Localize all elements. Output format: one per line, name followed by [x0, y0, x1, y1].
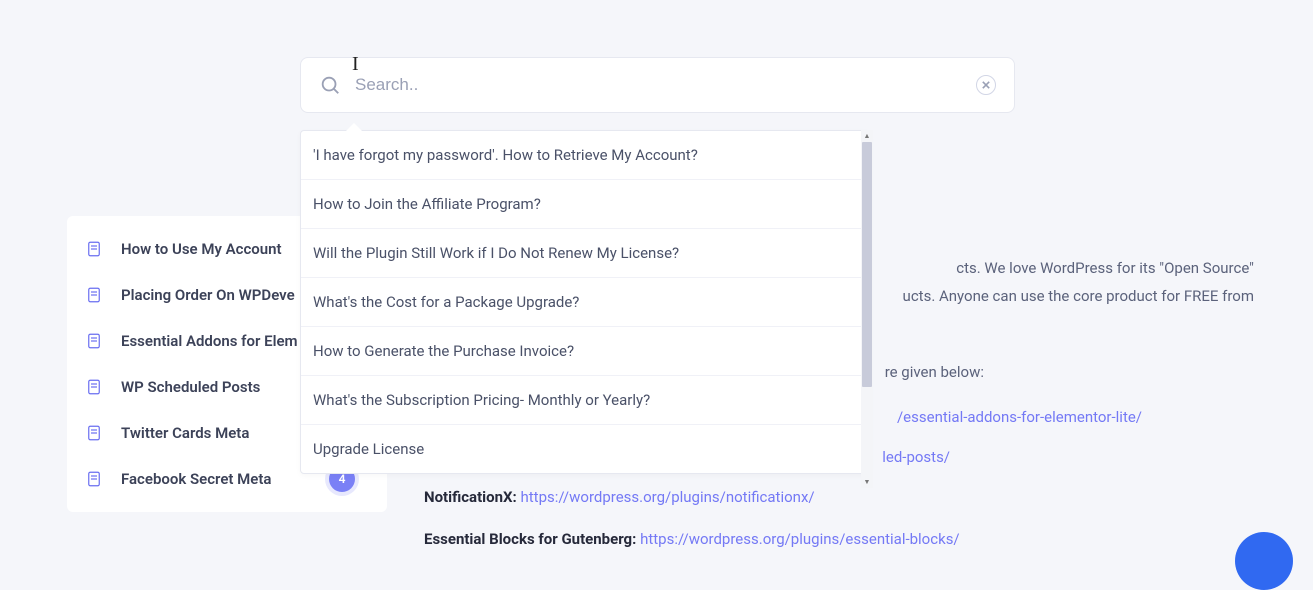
- suggestion-item[interactable]: Will the Plugin Still Work if I Do Not R…: [301, 229, 869, 278]
- scroll-up-arrow[interactable]: ▲: [861, 130, 873, 142]
- doc-icon: [85, 424, 103, 442]
- plugin-line: NotificationX: https://wordpress.org/plu…: [424, 484, 1254, 512]
- sidebar-item-label: Essential Addons for Elem: [121, 332, 298, 350]
- sidebar-item-label: Placing Order On WPDeve: [121, 286, 295, 304]
- plugin-line: Essential Blocks for Gutenberg: https://…: [424, 526, 1254, 554]
- content-text: ucts. Anyone can use the core product fo…: [903, 287, 1254, 305]
- plugin-link[interactable]: led-posts/: [882, 448, 950, 466]
- search-icon: [319, 74, 341, 96]
- sidebar-item-label: WP Scheduled Posts: [121, 378, 260, 396]
- plugin-name: NotificationX:: [424, 488, 517, 506]
- sidebar-item-label: Twitter Cards Meta: [121, 424, 249, 442]
- content-text: re given below:: [885, 363, 984, 381]
- plugin-link[interactable]: https://wordpress.org/plugins/notificati…: [521, 488, 815, 506]
- suggestion-item[interactable]: What's the Subscription Pricing- Monthly…: [301, 376, 869, 425]
- suggestion-item[interactable]: How to Generate the Purchase Invoice?: [301, 327, 869, 376]
- text-caret-indicator: I: [352, 53, 353, 71]
- sidebar-item-label: How to Use My Account: [121, 240, 282, 258]
- suggestion-item[interactable]: Upgrade License: [301, 425, 869, 473]
- search-bar[interactable]: [300, 57, 1015, 113]
- search-suggestions-dropdown: 'I have forgot my password'. How to Retr…: [300, 130, 870, 474]
- suggestion-item[interactable]: How to Join the Affiliate Program?: [301, 180, 869, 229]
- doc-icon: [85, 286, 103, 304]
- content-text: cts. We love WordPress for its "Open Sou…: [956, 259, 1254, 277]
- doc-icon: [85, 470, 103, 488]
- plugin-link[interactable]: /essential-addons-for-elementor-lite/: [897, 408, 1142, 426]
- close-icon: [982, 81, 990, 89]
- search-input[interactable]: [355, 75, 976, 95]
- scroll-down-arrow[interactable]: ▼: [861, 476, 873, 488]
- plugin-name: Essential Blocks for Gutenberg:: [424, 530, 636, 548]
- plugin-link[interactable]: https://wordpress.org/plugins/essential-…: [640, 530, 960, 548]
- dropdown-scrollbar[interactable]: ▲ ▼: [861, 130, 873, 488]
- sidebar-item-label: Facebook Secret Meta: [121, 470, 271, 488]
- clear-search-button[interactable]: [976, 75, 996, 95]
- floating-action-button[interactable]: [1235, 532, 1293, 590]
- doc-icon: [85, 378, 103, 396]
- suggestion-item[interactable]: What's the Cost for a Package Upgrade?: [301, 278, 869, 327]
- suggestion-item[interactable]: 'I have forgot my password'. How to Retr…: [301, 131, 869, 180]
- doc-icon: [85, 240, 103, 258]
- scroll-thumb[interactable]: [862, 142, 872, 387]
- doc-icon: [85, 332, 103, 350]
